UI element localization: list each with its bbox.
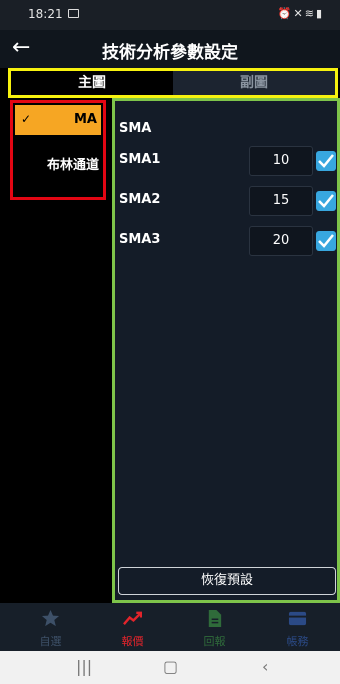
sma2-input[interactable]: 15 — [249, 186, 313, 216]
status-time: 18:21 — [28, 7, 63, 21]
settings-panel: SMA SMA1 10 SMA2 15 SMA3 20 恢復預設 — [112, 98, 340, 603]
nav-label: 帳務 — [286, 635, 309, 648]
sma-row: SMA1 10 — [115, 146, 337, 176]
tab-sub-chart[interactable]: 副圖 — [173, 71, 335, 95]
reset-defaults-button[interactable]: 恢復預設 — [118, 567, 336, 595]
sma-row: SMA2 15 — [115, 186, 337, 216]
wallet-icon — [288, 611, 307, 626]
status-icons: ⏰✕≋▮ — [277, 7, 324, 20]
status-bar: 18:21 ⏰✕≋▮ — [0, 0, 340, 30]
indicator-label: 布林通道 — [46, 158, 99, 173]
sma3-checkbox[interactable] — [316, 231, 336, 251]
indicator-list: ✓ MA 布林通道 — [10, 100, 106, 200]
sma-label: SMA3 — [119, 232, 161, 247]
sma3-input[interactable]: 20 — [249, 226, 313, 256]
star-icon — [41, 609, 60, 627]
sma-label: SMA2 — [119, 192, 161, 207]
nav-item-reports[interactable]: 回報 — [172, 603, 257, 651]
nav-item-quotes[interactable]: 報價 — [90, 603, 175, 651]
bottom-nav: 自選 報價 回報 帳務 — [0, 603, 340, 651]
sma1-input[interactable]: 10 — [249, 146, 313, 176]
back-icon[interactable]: ‹ — [262, 657, 268, 676]
nav-label: 自選 — [39, 635, 62, 648]
home-icon[interactable]: ▢ — [163, 657, 178, 676]
indicator-item-bollinger[interactable]: 布林通道 — [13, 147, 103, 179]
document-icon — [208, 609, 222, 628]
image-notification-icon — [68, 9, 79, 18]
indicator-item-ma[interactable]: ✓ MA — [15, 105, 101, 135]
sma2-checkbox[interactable] — [316, 191, 336, 211]
sma1-checkbox[interactable] — [316, 151, 336, 171]
nav-label: 回報 — [203, 635, 226, 648]
nav-label: 報價 — [121, 635, 144, 648]
sma-row: SMA3 20 — [115, 226, 337, 256]
checkmark-icon — [318, 234, 334, 248]
nav-item-watchlist[interactable]: 自選 — [8, 603, 93, 651]
nav-item-accounts[interactable]: 帳務 — [255, 603, 340, 651]
tab-main-chart[interactable]: 主圖 — [11, 71, 173, 95]
checkmark-icon — [318, 194, 334, 208]
page-title: 技術分析參數設定 — [102, 43, 238, 63]
section-title: SMA — [119, 121, 152, 136]
check-icon: ✓ — [21, 112, 32, 126]
indicator-label: MA — [74, 112, 97, 127]
recent-apps-icon[interactable]: ||| — [76, 657, 92, 676]
sma-label: SMA1 — [119, 152, 161, 167]
header: ← 技術分析參數設定 — [0, 30, 340, 68]
checkmark-icon — [318, 154, 334, 168]
trend-line-icon — [123, 611, 142, 625]
chart-tab-bar: 主圖 副圖 — [8, 68, 338, 98]
indicator-list-panel: ✓ MA 布林通道 — [8, 98, 110, 603]
system-nav-bar: ||| ▢ ‹ — [0, 651, 340, 684]
